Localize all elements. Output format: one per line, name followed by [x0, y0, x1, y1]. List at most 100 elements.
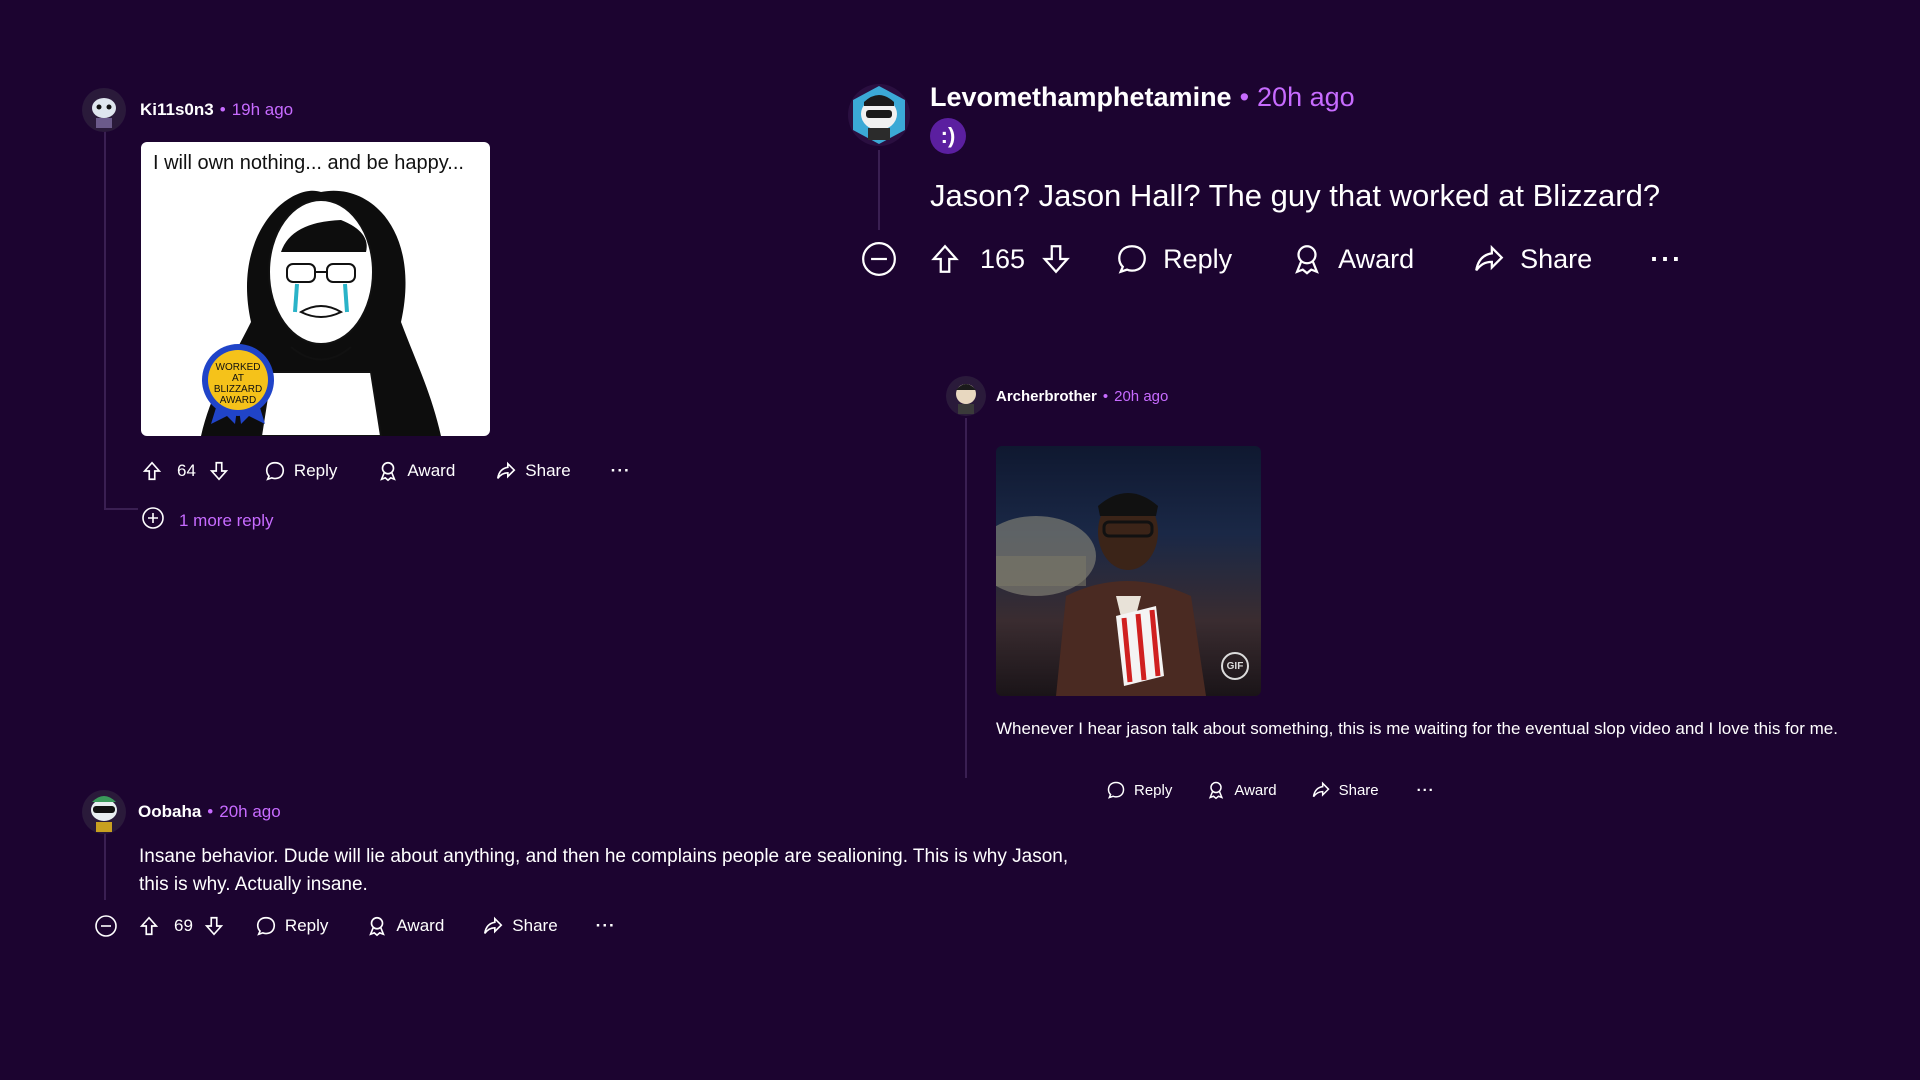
share-icon — [482, 915, 504, 937]
vote-count: 69 — [174, 916, 193, 935]
share-button[interactable]: Share — [482, 915, 558, 937]
upvote-button[interactable] — [138, 915, 160, 937]
comment-header: Archerbrother • 20h ago — [946, 376, 1168, 416]
timestamp[interactable]: 20h ago — [219, 802, 280, 822]
separator: • — [1239, 82, 1250, 112]
downvote-icon — [1039, 242, 1073, 276]
award-button[interactable]: Award — [377, 460, 455, 482]
separator: • — [207, 802, 214, 821]
badge-text: WORKED AT BLIZZARD AWARD — [213, 362, 263, 406]
reply-button[interactable]: Reply — [264, 460, 337, 482]
comment-text: Whenever I hear jason talk about somethi… — [996, 719, 1838, 738]
reply-button[interactable]: Reply — [1106, 780, 1172, 800]
username[interactable]: Ki11s0n3 — [140, 100, 214, 120]
crying-wojak-drawing — [201, 190, 441, 436]
thread-line[interactable] — [104, 130, 106, 510]
more-icon: ··· — [1416, 781, 1435, 799]
downvote-icon — [208, 460, 230, 482]
comment-text: Insane behavior. Dude will lie about any… — [139, 846, 1069, 895]
comment-actions: Reply Award Share ··· — [1106, 780, 1435, 800]
reply-icon — [264, 460, 286, 482]
share-icon — [1311, 780, 1331, 800]
username[interactable]: Levomethamphetamine — [930, 82, 1232, 113]
thread-line[interactable] — [104, 832, 106, 900]
collapse-button[interactable] — [94, 914, 118, 938]
reply-button[interactable]: Reply — [255, 915, 328, 937]
avatar[interactable] — [946, 376, 986, 416]
more-replies-label: 1 more reply — [179, 510, 274, 530]
award-button[interactable]: Award — [1206, 780, 1277, 800]
thread-branch — [104, 508, 138, 510]
more-options-button[interactable]: ··· — [1417, 782, 1435, 799]
expand-icon — [141, 506, 165, 535]
upvote-icon — [141, 460, 163, 482]
collapse-icon — [860, 240, 898, 278]
blizzard-award-badge: WORKED AT BLIZZARD AWARD — [197, 342, 279, 424]
comment-header: Levomethamphetamine • 20h ago — [930, 82, 1355, 113]
share-icon — [1472, 242, 1506, 276]
meme-image[interactable]: I will own nothing... and be happy... WO… — [141, 142, 490, 436]
upvote-icon — [928, 242, 962, 276]
share-button[interactable]: Share — [495, 460, 571, 482]
award-label: Award — [407, 461, 456, 480]
separator: • — [219, 100, 226, 119]
username[interactable]: Oobaha — [138, 802, 201, 822]
more-icon: ··· — [610, 461, 631, 480]
timestamp[interactable]: 19h ago — [232, 100, 293, 120]
award-icon — [1290, 242, 1324, 276]
reply-icon — [1106, 780, 1126, 800]
upvote-button[interactable] — [928, 242, 962, 276]
reply-label: Reply — [1163, 243, 1233, 274]
award-button[interactable]: Award — [1290, 242, 1414, 276]
downvote-button[interactable] — [1039, 242, 1073, 276]
reply-label: Reply — [284, 916, 329, 935]
more-icon: ··· — [1650, 243, 1684, 274]
upvote-icon — [138, 915, 160, 937]
award-icon — [1206, 780, 1226, 800]
share-icon — [495, 460, 517, 482]
timestamp[interactable]: 20h ago — [1257, 82, 1355, 113]
comment-actions: 64 Reply Award Share ··· — [141, 460, 631, 482]
upvote-button[interactable] — [141, 460, 163, 482]
collapse-button[interactable] — [860, 240, 898, 278]
timestamp[interactable]: 20h ago — [1114, 388, 1168, 405]
award-icon — [377, 460, 399, 482]
reply-label: Reply — [1134, 781, 1173, 799]
share-label: Share — [512, 916, 558, 935]
downvote-button[interactable] — [203, 915, 225, 937]
avatar[interactable] — [848, 84, 910, 146]
more-icon: ··· — [595, 916, 616, 935]
share-label: Share — [525, 461, 571, 480]
comment-actions: 165 Reply Award Share ··· — [860, 240, 1683, 278]
avatar[interactable] — [82, 790, 126, 834]
username[interactable]: Archerbrother — [996, 388, 1097, 405]
share-label: Share — [1520, 243, 1593, 274]
thread-line[interactable] — [965, 418, 967, 778]
more-replies-link[interactable]: 1 more reply — [141, 506, 273, 535]
popcorn-gif-scene — [996, 493, 1206, 696]
avatar[interactable] — [82, 88, 126, 132]
downvote-icon — [203, 915, 225, 937]
thread-line[interactable] — [878, 150, 880, 230]
comment-actions: 69 Reply Award Share ··· — [94, 914, 616, 938]
award-label: Award — [1234, 781, 1277, 799]
more-options-button[interactable]: ··· — [611, 461, 631, 481]
more-options-button[interactable]: ··· — [596, 916, 616, 936]
downvote-button[interactable] — [208, 460, 230, 482]
award-label: Award — [1338, 243, 1415, 274]
collapse-icon — [94, 914, 118, 938]
share-label: Share — [1338, 781, 1379, 799]
separator: • — [1102, 387, 1109, 405]
more-options-button[interactable]: ··· — [1650, 244, 1683, 275]
comment-header: Oobaha • 20h ago — [82, 790, 281, 834]
award-label: Award — [396, 916, 445, 935]
gif-badge: GIF — [1221, 652, 1249, 680]
share-button[interactable]: Share — [1472, 242, 1592, 276]
award-button[interactable]: Award — [366, 915, 444, 937]
gif-image[interactable]: GIF — [996, 446, 1261, 696]
reply-label: Reply — [293, 461, 338, 480]
reply-button[interactable]: Reply — [1115, 242, 1232, 276]
comment-text: Jason? Jason Hall? The guy that worked a… — [930, 178, 1661, 213]
share-button[interactable]: Share — [1311, 780, 1379, 800]
reply-icon — [255, 915, 277, 937]
